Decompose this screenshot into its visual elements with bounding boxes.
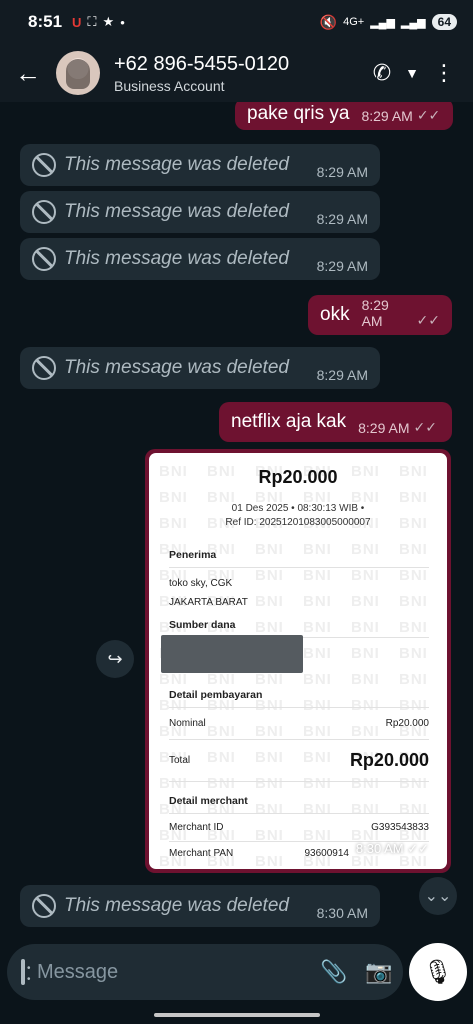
double-check-icon: ✓✓ — [413, 419, 437, 435]
merchant-pan-label: Merchant PAN — [169, 848, 234, 859]
merchant-id-row: Merchant ID G393543833 — [169, 814, 429, 842]
deleted-icon — [32, 894, 56, 918]
message-outgoing[interactable]: netflix aja kak 8:29 AM ✓✓ — [219, 402, 452, 442]
signal-icon: ▂▄▆ — [370, 16, 395, 29]
message-time: 8:30 AM — [316, 905, 368, 921]
magnet-icon: U — [72, 14, 82, 30]
message-time: 8:29 AM — [316, 367, 368, 383]
more-vertical-icon[interactable]: ⋮ — [433, 60, 455, 86]
scroll-down-button[interactable]: ⌄⌄ — [419, 877, 457, 915]
merchant-id-value: G393543833 — [371, 822, 429, 833]
detail-label: Detail pembayaran — [169, 689, 429, 708]
penerima-city: JAKARTA BARAT — [169, 597, 248, 608]
image-message[interactable]: BNI BNI BNI BNI BNI BNI BNI BNI BNI BNI … — [145, 449, 451, 873]
total-label: Total — [169, 755, 191, 766]
total-row: Total Rp20.000 — [169, 740, 429, 782]
message-text: netflix aja kak — [231, 411, 347, 432]
redacted-block — [161, 635, 303, 673]
mute-icon: 🔇 — [319, 13, 338, 30]
chevron-down-icon[interactable]: ▼ — [405, 65, 419, 81]
message-deleted[interactable]: This message was deleted 8:29 AM — [20, 191, 380, 233]
chat-area[interactable]: pake qris ya 8:29 AM ✓✓ This message was… — [0, 102, 473, 940]
chat-header: ← +62 896-5455-0120 Business Account ✆ ▼… — [0, 44, 473, 102]
mic-button[interactable]: 🎙 — [409, 943, 467, 1001]
message-deleted[interactable]: This message was deleted 8:30 AM — [20, 885, 380, 927]
double-check-icon: ✓✓ — [407, 841, 429, 856]
message-deleted[interactable]: This message was deleted 8:29 AM — [20, 238, 380, 280]
battery-badge: 64 — [431, 14, 457, 30]
message-text: This message was deleted — [64, 895, 289, 916]
double-check-icon: ✓✓ — [416, 312, 440, 328]
deleted-icon — [32, 247, 56, 271]
receipt-date: 01 Des 2025 • 08:30:13 WIB • — [231, 503, 365, 514]
receipt-image: BNI BNI BNI BNI BNI BNI BNI BNI BNI BNI … — [149, 453, 447, 869]
star-icon: ★ — [102, 14, 115, 29]
penerima-name: toko sky, CGK — [169, 578, 233, 589]
image-time: 8:30 AM ✓✓ — [356, 841, 429, 857]
contact-info[interactable]: +62 896-5455-0120 Business Account — [114, 53, 289, 94]
receipt-penerima: Penerima toko sky, CGK JAKARTA BARAT — [169, 549, 429, 608]
nav-handle[interactable] — [154, 1013, 320, 1017]
message-text: This message was deleted — [64, 201, 289, 222]
message-time: 8:29 AM — [316, 211, 368, 227]
deleted-icon — [32, 200, 56, 224]
status-time: 8:51 — [28, 12, 63, 31]
message-outgoing[interactable]: pake qris ya 8:29 AM ✓✓ — [235, 102, 453, 130]
message-text: This message was deleted — [64, 357, 289, 378]
receipt-amount: Rp20.000 — [258, 467, 338, 487]
contact-name: +62 896-5455-0120 — [114, 52, 290, 75]
message-deleted[interactable]: This message was deleted 8:29 AM — [20, 347, 380, 389]
penerima-label: Penerima — [169, 549, 429, 568]
message-time: 8:29 AM — [358, 420, 410, 436]
back-arrow-icon[interactable]: ← — [0, 58, 56, 89]
phone-icon[interactable]: ✆ — [373, 60, 391, 86]
deleted-icon — [32, 356, 56, 380]
message-composer: 📎 📷 — [7, 944, 403, 1000]
message-time: 8:29 AM — [316, 164, 368, 180]
message-text: pake qris ya — [247, 103, 350, 124]
image-time-text: 8:30 AM — [355, 841, 404, 856]
message-deleted[interactable]: This message was deleted 8:29 AM — [20, 144, 380, 186]
status-notification-icons: U ⛶ ★ • — [72, 14, 125, 30]
double-chevron-down-icon: ⌄⌄ — [424, 888, 452, 905]
message-time: 8:29 AM — [316, 258, 368, 274]
nominal-row: Nominal Rp20.000 — [169, 708, 429, 740]
dot-icon: • — [120, 14, 125, 30]
nav-bar — [0, 1006, 473, 1024]
message-outgoing[interactable]: okk 8:29 AM ✓✓ — [308, 295, 452, 335]
merchant-id-label: Merchant ID — [169, 822, 224, 833]
merchant-pan-value: 93600914 — [304, 848, 350, 859]
merchant-label: Detail merchant — [169, 795, 429, 814]
nominal-label: Nominal — [169, 718, 206, 729]
message-text: okk — [320, 304, 350, 325]
message-text: This message was deleted — [64, 248, 289, 269]
attach-icon[interactable]: 📎 — [320, 959, 347, 985]
contact-subtitle: Business Account — [114, 77, 225, 94]
message-input[interactable] — [37, 960, 302, 984]
network-label: 4G+ — [343, 16, 365, 28]
nominal-value: Rp20.000 — [385, 718, 429, 729]
double-check-icon: ✓✓ — [416, 107, 441, 123]
signal-icon-2: ▂▄▆ — [400, 16, 426, 29]
status-system-icons: 🔇 4G+ ▂▄▆ ▂▄▆ 64 — [320, 14, 457, 31]
message-text: This message was deleted — [64, 154, 289, 175]
receipt-detail: Detail pembayaran Nominal Rp20.000 Total… — [169, 689, 429, 782]
sticker-icon[interactable] — [21, 959, 31, 985]
deleted-icon — [32, 153, 56, 177]
message-time: 8:29 AM — [361, 297, 389, 329]
status-bar: 8:51 U ⛶ ★ • 🔇 4G+ ▂▄▆ ▂▄▆ 64 — [0, 0, 473, 44]
message-time: 8:29 AM — [361, 108, 413, 124]
avatar[interactable] — [56, 51, 100, 95]
screenshot-icon: ⛶ — [87, 14, 97, 29]
receipt-ref: Ref ID: 20251201083005000007 — [225, 517, 371, 528]
camera-icon[interactable]: 📷 — [365, 959, 392, 985]
mic-icon: 🎙 — [422, 958, 454, 986]
forward-icon[interactable]: ↪ — [96, 640, 134, 678]
total-value: Rp20.000 — [349, 750, 429, 770]
